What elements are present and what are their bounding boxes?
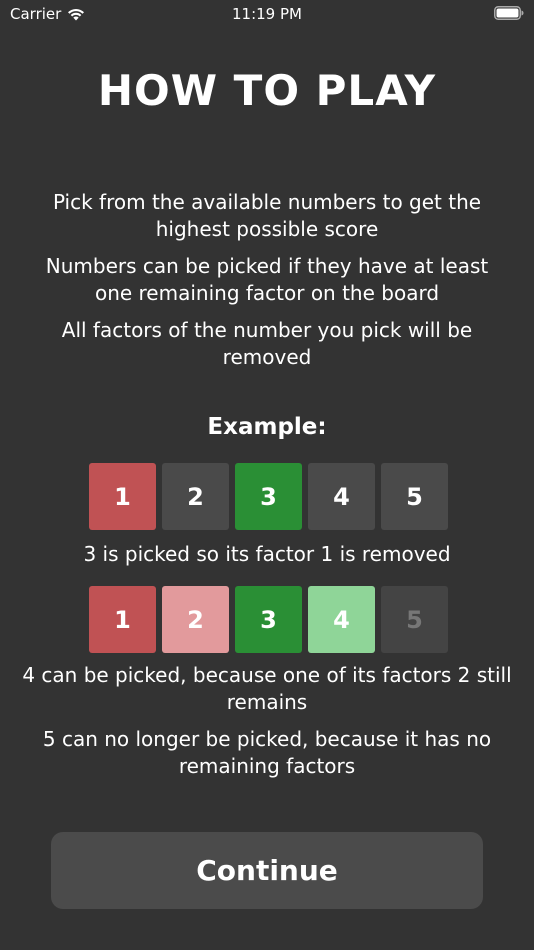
- continue-button[interactable]: Continue: [51, 832, 483, 909]
- example-row-1: 1 2 3 4 5: [89, 463, 448, 530]
- page-title: HOW TO PLAY: [97, 66, 437, 115]
- number-tile: 5: [381, 463, 448, 530]
- number-tile: 2: [162, 463, 229, 530]
- battery-icon: [494, 6, 524, 20]
- example-row-2: 1 2 3 4 5: [89, 586, 448, 653]
- example-caption: 4 can be picked, because one of its fact…: [22, 663, 512, 714]
- example-heading: Example:: [207, 414, 327, 440]
- example-caption: 5 can no longer be picked, because it ha…: [42, 727, 492, 778]
- number-tile-removed: 1: [89, 586, 156, 653]
- example-explanation: 4 can be picked, because one of its fact…: [20, 662, 514, 790]
- instruction-text: Pick from the available numbers to get t…: [52, 190, 482, 241]
- instruction-text: Numbers can be picked if they have at le…: [45, 254, 489, 305]
- example-caption: 3 is picked so its factor 1 is removed: [83, 542, 451, 566]
- number-tile-factor: 2: [162, 586, 229, 653]
- status-time: 11:19 PM: [232, 5, 302, 23]
- number-tile-pickable: 4: [308, 586, 375, 653]
- instructions: Pick from the available numbers to get t…: [30, 189, 504, 381]
- instruction-text: All factors of the number you pick will …: [61, 318, 473, 369]
- number-tile-picked: 3: [235, 586, 302, 653]
- number-tile-removed: 1: [89, 463, 156, 530]
- status-bar: Carrier 11:19 PM: [0, 0, 534, 28]
- number-tile-unavailable: 5: [381, 586, 448, 653]
- number-tile-picked: 3: [235, 463, 302, 530]
- number-tile: 4: [308, 463, 375, 530]
